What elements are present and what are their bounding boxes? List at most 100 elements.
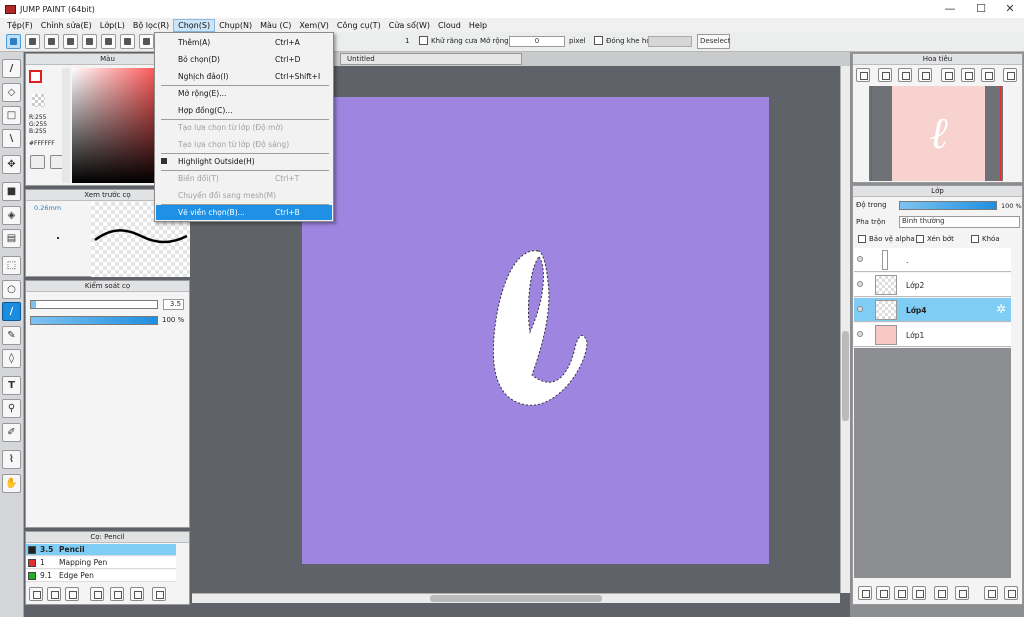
page-icon[interactable] [82,34,97,49]
horizontal-scroll-thumb[interactable] [430,595,602,602]
lock-checkbox[interactable] [971,235,979,243]
menu-edit[interactable]: Chỉnh sửa(E) [37,19,96,32]
layer-row-folder[interactable]: . [854,248,1011,272]
close-gap-checkbox[interactable] [594,36,603,45]
copy-layer-icon[interactable] [912,586,926,600]
menu-view[interactable]: Xem(V) [295,19,333,32]
vertical-scroll-thumb[interactable] [842,331,849,421]
menu-item-expand[interactable]: Mở rộng(E)... [156,86,332,101]
brush-opacity-slider[interactable] [30,316,158,325]
hue-strip[interactable] [62,68,70,183]
flip-icon[interactable] [1003,68,1017,82]
menu-item-deselect[interactable]: Bỏ chọn(D) Ctrl+D [156,52,332,67]
layer-row-lop4[interactable]: Lớp4 ✲ [854,298,1011,322]
magic-wand-icon[interactable]: ⚲ [2,399,21,418]
zoom-out-icon[interactable] [918,68,932,82]
protect-alpha-checkbox[interactable] [858,235,866,243]
canvas-document[interactable] [302,97,769,564]
menu-layer[interactable]: Lớp(L) [96,19,129,32]
rotate-right-icon[interactable] [981,68,995,82]
navigator-viewport[interactable]: ℓ [869,86,1003,181]
menu-cloud[interactable]: Cloud [434,19,465,32]
move-icon[interactable]: ✥ [2,155,21,174]
document-tab[interactable]: Untitled [340,53,522,65]
lasso-mode-icon[interactable] [6,34,21,49]
deselect-button[interactable]: Deselect [697,34,731,49]
menu-item-highlight-outside[interactable]: Highlight Outside(H) [156,154,332,169]
layer-settings-icon[interactable] [1004,586,1018,600]
brush-copy-icon[interactable] [90,587,104,601]
merge-layer-icon[interactable] [955,586,969,600]
menu-item-stroke-selection[interactable]: Vẽ viền chọn(B)... Ctrl+B [156,205,332,220]
menu-help[interactable]: Help [465,19,491,32]
zoom-in-icon[interactable] [878,68,892,82]
layer-row-lop1[interactable]: Lớp1 [854,323,1011,347]
grid-icon[interactable] [101,34,116,49]
brush-new-icon[interactable] [47,587,61,601]
bucket-icon[interactable]: ◈ [2,206,21,225]
gradient-icon[interactable]: ▤ [2,229,21,248]
menu-capture[interactable]: Chụp(N) [215,19,256,32]
eraser-icon[interactable]: ◇ [2,83,21,102]
brush-add-icon[interactable] [29,587,43,601]
expand-input[interactable]: 0 [509,36,565,47]
brush-item-mapping-pen[interactable]: 1 Mapping Pen [26,557,176,569]
new-layer-icon[interactable] [858,586,872,600]
layer-row-lop2[interactable]: Lớp2 [854,273,1011,297]
text-icon[interactable]: T [2,376,21,395]
transparent-color-swatch[interactable] [32,94,45,107]
menu-file[interactable]: Tệp(F) [3,19,37,32]
list-icon[interactable] [120,34,135,49]
brush-size-input[interactable]: 3.5 [163,299,184,310]
horizontal-scrollbar[interactable] [192,593,840,603]
foreground-color-swatch[interactable] [29,70,42,83]
visibility-icon[interactable] [857,331,863,337]
speech-bubble-icon[interactable] [44,34,59,49]
rectangle-icon[interactable]: □ [2,106,21,125]
palette-icon[interactable] [30,155,45,169]
zoom-fit-icon[interactable] [856,68,870,82]
brush-icon[interactable]: / [2,59,21,78]
layer-mask-icon[interactable] [894,586,908,600]
ruler-icon[interactable]: ✐ [2,423,21,442]
menu-tools[interactable]: Công cụ(T) [333,19,385,32]
eyedropper-icon[interactable]: ⌇ [2,450,21,469]
brush-group-icon[interactable] [65,587,79,601]
antialias-checkbox[interactable] [419,36,428,45]
brush-import-icon[interactable] [130,587,144,601]
close-gap-slider[interactable] [648,36,692,47]
menu-window[interactable]: Cửa sổ(W) [385,19,434,32]
blend-mode-select[interactable]: Bình thường [899,216,1020,228]
select-pen-icon[interactable]: ✎ [2,326,21,345]
minimize-button[interactable]: — [935,0,965,18]
brush-item-edge-pen[interactable]: 9.1 Edge Pen [26,570,176,582]
close-button[interactable]: ✕ [995,0,1024,18]
hand-icon[interactable]: ✋ [2,474,21,493]
menu-select[interactable]: Chọn(S) [173,18,216,32]
rotate-reset-icon[interactable] [961,68,975,82]
visibility-icon[interactable] [857,306,863,312]
rotate-left-icon[interactable] [941,68,955,82]
export-icon[interactable] [25,34,40,49]
visibility-icon[interactable] [857,256,863,262]
vertical-scrollbar[interactable] [840,66,850,593]
menu-color[interactable]: Màu (C) [256,19,295,32]
menu-filter[interactable]: Bộ lọc(R) [129,19,173,32]
pen-icon[interactable]: / [2,302,21,321]
brush-delete-icon[interactable] [152,587,166,601]
line-icon[interactable]: \ [2,129,21,148]
checklist-icon[interactable] [139,34,154,49]
delete-layer-icon[interactable] [984,586,998,600]
layer-opacity-slider[interactable] [899,201,997,210]
menu-item-contract[interactable]: Hợp đồng(C)... [156,103,332,118]
gear-icon[interactable]: ✲ [996,302,1006,316]
fill-rect-icon[interactable]: ■ [2,182,21,201]
brush-size-slider[interactable] [30,300,158,309]
clip-checkbox[interactable] [916,235,924,243]
brush-folder-icon[interactable] [110,587,124,601]
new-raster-icon[interactable] [876,586,890,600]
menu-item-invert[interactable]: Nghịch đảo(I) Ctrl+Shift+I [156,69,332,84]
maximize-button[interactable]: ☐ [966,0,996,18]
brush-item-pencil[interactable]: 3.5 Pencil [26,544,176,556]
lasso-icon[interactable]: ○ [2,280,21,299]
